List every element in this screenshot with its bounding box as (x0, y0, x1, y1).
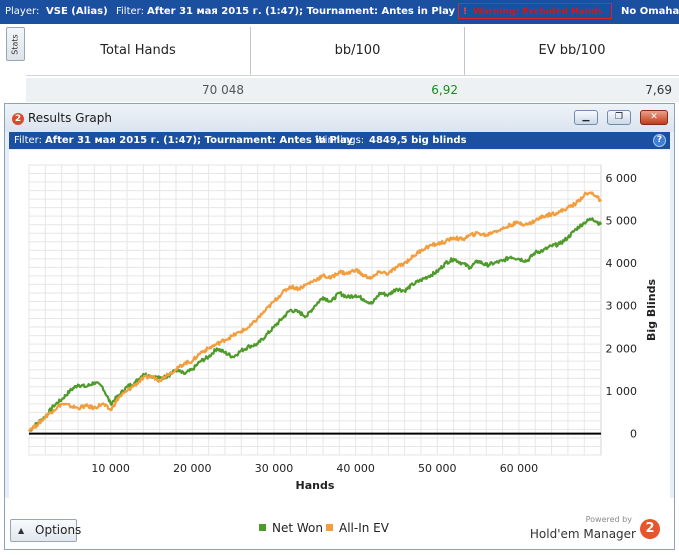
window-title: Results Graph (28, 111, 112, 125)
close-button[interactable]: ✕ (640, 110, 668, 125)
top-filter-bar: Player: VSE (Alias) Filter: After 31 мая… (0, 0, 679, 24)
filter-value[interactable]: After 31 мая 2015 г. (1:47); Tournament:… (147, 0, 455, 24)
x-tick-label: 30 000 (255, 462, 294, 475)
stats-tab-label: Stats (11, 33, 21, 55)
help-icon[interactable]: ? (653, 134, 666, 147)
y-tick-label: 5 000 (606, 214, 638, 227)
powered-by-text: Powered by (585, 515, 632, 524)
graph-bottom-bar: ▲ Options Net Won All-In EV Powered by H… (5, 498, 674, 549)
legend-net-won-swatch (259, 524, 266, 531)
y-tick-label: 6 000 (606, 172, 638, 185)
window-title-bar[interactable]: 2 Results Graph ▁ ❐ ✕ (5, 104, 674, 132)
bb100-value: 6,92 (431, 83, 458, 97)
player-label: Player: (5, 6, 40, 17)
legend-net-won[interactable]: Net Won (259, 521, 323, 535)
legend-net-won-label: Net Won (272, 521, 323, 535)
y-tick-label: 2 000 (606, 342, 638, 355)
x-tick-label: 20 000 (173, 462, 212, 475)
graph-filter-bar: Filter: After 31 мая 2015 г. (1:47); Tou… (9, 132, 670, 149)
player-value[interactable]: VSE (Alias) (46, 0, 108, 24)
options-label: Options (35, 523, 82, 537)
x-tick-label: 50 000 (418, 462, 457, 475)
y-tick-label: 3 000 (606, 300, 638, 313)
minimize-button[interactable]: ▁ (574, 110, 598, 125)
triangle-up-icon: ▲ (18, 526, 25, 535)
legend-all-in-ev-swatch (326, 524, 333, 531)
game-filter-value[interactable]: No Omaha (621, 0, 679, 24)
stats-side-tab[interactable]: Stats (6, 27, 25, 61)
y-tick-label: 0 (630, 428, 637, 441)
chart-grid (28, 164, 602, 456)
winnings-label: Winnings: (315, 135, 365, 146)
y-tick-label: 4 000 (606, 257, 638, 270)
chart-panel: 10 000 20 000 30 000 40 000 50 000 60 000 0 1 0… (9, 150, 670, 498)
winnings-value: 4849,5 big blinds (369, 135, 467, 146)
brand-name: Hold'em Manager (529, 527, 636, 541)
results-line-chart: 10 000 20 000 30 000 40 000 50 000 60 000 0 1 0… (28, 164, 658, 492)
total-hands-value: 70 048 (202, 83, 244, 97)
x-axis-title: Hands (296, 479, 335, 492)
results-graph-window: 2 Results Graph ▁ ❐ ✕ Filter: After 31 м… (4, 103, 675, 550)
excluded-hands-warning[interactable]: ! Warning: Excluded Hands (458, 3, 612, 19)
y-tick-label: 1 000 (606, 385, 638, 398)
legend-all-in-ev[interactable]: All-In EV (326, 521, 389, 535)
legend-all-in-ev-label: All-In EV (339, 521, 389, 535)
x-tick-label: 60 000 (500, 462, 539, 475)
stats-table-header: Total Hands bb/100 EV bb/100 (26, 27, 679, 76)
column-header-total-hands[interactable]: Total Hands (26, 27, 251, 75)
x-tick-label: 10 000 (91, 462, 130, 475)
filter-label: Filter: (116, 6, 144, 17)
restore-button[interactable]: ❐ (607, 110, 631, 125)
column-header-ev-bb100[interactable]: EV bb/100 (465, 27, 679, 75)
graph-filter-label: Filter: (14, 135, 42, 146)
column-header-bb100[interactable]: bb/100 (251, 27, 465, 75)
warning-icon: ! (463, 7, 468, 17)
x-tick-label: 40 000 (336, 462, 375, 475)
hem-logo-icon: 2 (12, 113, 24, 125)
stats-table-row[interactable]: 70 048 6,92 7,69 (26, 78, 679, 102)
ev-bb100-value: 7,69 (645, 83, 672, 97)
warning-label: Warning: Excluded Hands (473, 7, 603, 17)
y-axis-title: Big Blinds (645, 279, 658, 341)
graph-filter-value: After 31 мая 2015 г. (1:47); Tournament:… (45, 135, 354, 146)
options-button[interactable]: ▲ Options (10, 519, 81, 542)
hem-brand-logo-icon: 2 (640, 519, 660, 539)
